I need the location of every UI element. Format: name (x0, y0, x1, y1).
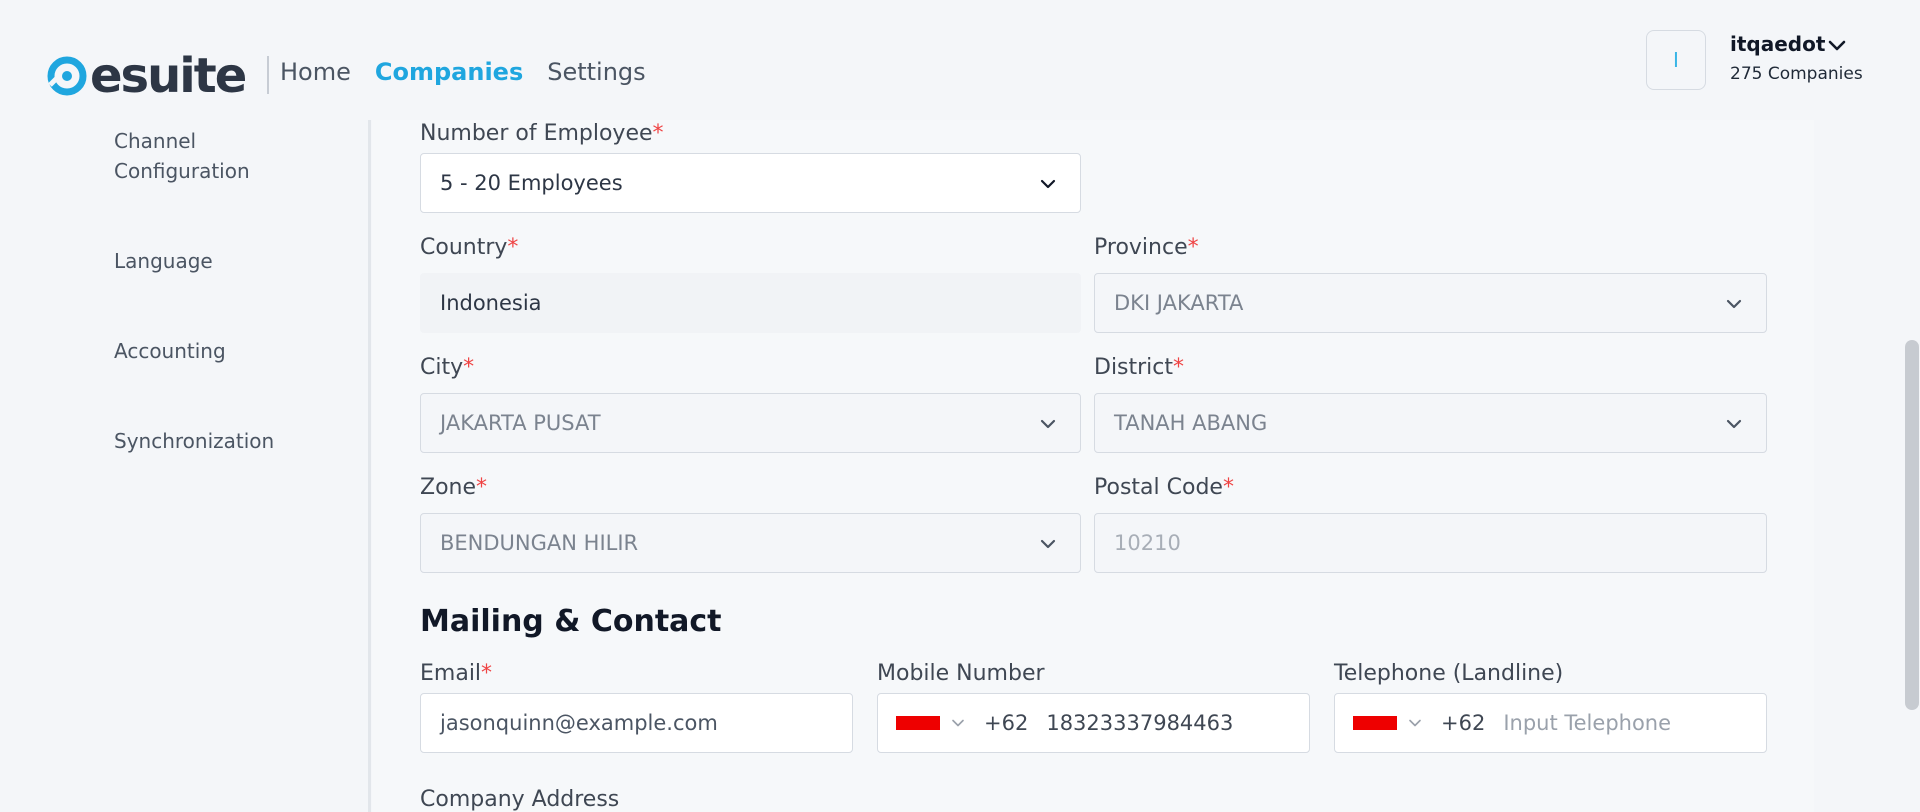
sidebar-divider (368, 120, 371, 812)
nav-settings[interactable]: Settings (547, 58, 645, 86)
telephone-dial-code: +62 (1441, 711, 1486, 735)
province-select[interactable]: DKI JAKARTA (1094, 273, 1767, 333)
city-label: City* (420, 355, 475, 380)
mobile-number-field[interactable]: +62 18323337984463 (877, 693, 1310, 753)
postal-code-field[interactable]: 10210 (1094, 513, 1767, 573)
email-label: Email* (420, 661, 493, 686)
chevron-down-icon (1726, 299, 1742, 309)
postal-code-label: Postal Code* (1094, 475, 1234, 500)
zone-label: Zone* (420, 475, 488, 500)
chevron-down-icon (1040, 419, 1056, 429)
email-field[interactable]: jasonquinn@example.com (420, 693, 853, 753)
esuite-logo-icon (47, 56, 87, 96)
sidebar-item-channel-configuration[interactable]: Channel Configuration (114, 126, 294, 186)
avatar[interactable]: I (1646, 30, 1706, 90)
postal-code-value: 10210 (1114, 531, 1181, 555)
mobile-number-value: 18323337984463 (1046, 711, 1234, 735)
district-select[interactable]: TANAH ABANG (1094, 393, 1767, 453)
country-label: Country* (420, 235, 519, 260)
nav-home[interactable]: Home (280, 58, 351, 86)
employees-value: 5 - 20 Employees (440, 171, 623, 195)
zone-select[interactable]: BENDUNGAN HILIR (420, 513, 1081, 573)
esuite-logo[interactable]: esuite (46, 48, 247, 104)
section-title-mailing-contact: Mailing & Contact (420, 604, 722, 639)
employees-select[interactable]: 5 - 20 Employees (420, 153, 1081, 213)
sidebar-item-language[interactable]: Language (114, 246, 213, 276)
mobile-dial-code: +62 (984, 711, 1029, 735)
company-address-label: Company Address (420, 787, 620, 812)
city-select[interactable]: JAKARTA PUSAT (420, 393, 1081, 453)
chevron-down-icon[interactable] (1825, 34, 1849, 58)
logo-text: esuite (90, 48, 247, 104)
province-value: DKI JAKARTA (1114, 291, 1244, 315)
sidebar-item-synchronization[interactable]: Synchronization (114, 426, 274, 456)
country-value: Indonesia (440, 291, 542, 315)
city-value: JAKARTA PUSAT (440, 411, 601, 435)
chevron-down-icon (1726, 419, 1742, 429)
page-scrollbar[interactable] (1905, 340, 1919, 710)
user-company-count: 275 Companies (1730, 64, 1863, 84)
chevron-down-icon[interactable] (1405, 713, 1425, 733)
indonesia-flag-icon[interactable] (1353, 716, 1397, 730)
main-nav: Home Companies Settings (280, 58, 646, 86)
top-header: esuite Home Companies Settings I itqaedo… (0, 0, 1920, 120)
sidebar-item-accounting[interactable]: Accounting (114, 336, 226, 366)
chevron-down-icon (1040, 179, 1056, 189)
mobile-number-label: Mobile Number (877, 661, 1045, 686)
province-label: Province* (1094, 235, 1199, 260)
telephone-label: Telephone (Landline) (1334, 661, 1564, 686)
nav-companies[interactable]: Companies (375, 58, 523, 86)
employees-label: Number of Employee* (420, 121, 664, 146)
chevron-down-icon[interactable] (948, 713, 968, 733)
zone-value: BENDUNGAN HILIR (440, 531, 639, 555)
indonesia-flag-icon[interactable] (896, 716, 940, 730)
chevron-down-icon (1040, 539, 1056, 549)
header-separator (267, 56, 269, 94)
email-value: jasonquinn@example.com (440, 711, 718, 735)
telephone-field[interactable]: +62 Input Telephone (1334, 693, 1767, 753)
user-name[interactable]: itqaedot (1730, 32, 1825, 56)
country-field: Indonesia (420, 273, 1081, 333)
telephone-placeholder: Input Telephone (1503, 711, 1672, 735)
district-value: TANAH ABANG (1114, 411, 1268, 435)
district-label: District* (1094, 355, 1185, 380)
